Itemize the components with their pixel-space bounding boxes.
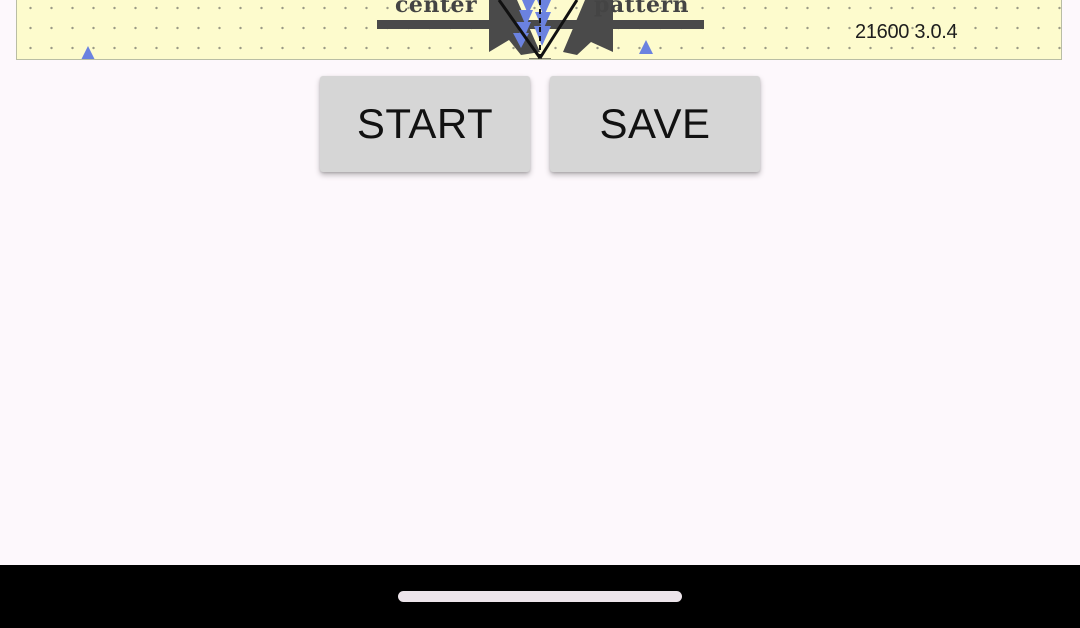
pattern-label: pattern xyxy=(594,0,690,18)
left-marker-icon xyxy=(81,46,95,59)
pattern-view[interactable]: center pattern 21600 3.0.4 xyxy=(16,0,1062,60)
version-label: 21600 3.0.4 xyxy=(855,21,958,43)
home-gesture-handle[interactable] xyxy=(398,591,682,602)
center-label: center xyxy=(395,0,478,18)
start-button[interactable]: START xyxy=(320,76,530,172)
navigation-bar xyxy=(0,565,1080,628)
save-button[interactable]: SAVE xyxy=(550,76,760,172)
right-marker-icon xyxy=(639,40,653,54)
